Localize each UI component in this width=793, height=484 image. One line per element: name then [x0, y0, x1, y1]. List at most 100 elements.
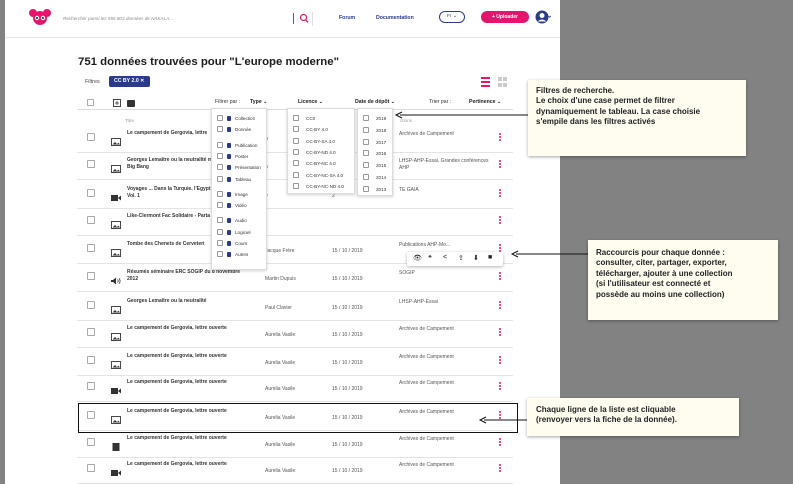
licence-option[interactable]: CC-BY-SA 4.0 [293, 137, 335, 144]
type-option[interactable]: Logiciel [217, 228, 251, 235]
export-icon[interactable] [113, 99, 121, 107]
type-option[interactable]: Présentation [217, 164, 261, 171]
table-row[interactable]: Like-Clermont Fac Solidaire - Parta [77, 208, 513, 236]
row-more-menu-icon[interactable] [499, 160, 502, 170]
licence-option-checkbox[interactable] [293, 137, 299, 144]
view-toggle[interactable] [481, 77, 507, 87]
collection-add-icon[interactable] [127, 99, 135, 107]
licence-option[interactable]: CC-BY-NC-SA 4.0 [293, 171, 343, 178]
licence-option-checkbox[interactable] [293, 160, 299, 167]
date-option-checkbox[interactable] [363, 115, 369, 121]
licence-option[interactable]: CC-BY 4.0 [293, 126, 328, 133]
row-more-menu-icon[interactable] [499, 438, 502, 448]
date-option[interactable]: 2017 [363, 138, 386, 145]
type-option-checkbox[interactable] [217, 228, 223, 235]
type-option-checkbox[interactable] [217, 202, 223, 209]
type-filter-button[interactable]: Type ⌄ [250, 99, 268, 105]
date-option[interactable]: 2019 [363, 115, 386, 121]
type-option[interactable]: Publication [217, 141, 257, 148]
language-select[interactable]: Fr ⌄ [439, 11, 465, 23]
select-all-checkbox[interactable] [87, 99, 94, 106]
table-row[interactable]: Georges Lemaître ou la neutralité Paul Cl… [77, 293, 513, 321]
licence-option-checkbox[interactable] [293, 171, 299, 178]
licence-option[interactable]: CC-BY-NC-ND 4.0 [293, 182, 344, 189]
row-checkbox[interactable] [87, 328, 95, 336]
row-checkbox[interactable] [87, 272, 95, 280]
collection-add-icon[interactable]: ■ [488, 254, 492, 261]
download-icon[interactable]: ⬇ [473, 254, 479, 262]
active-filter-chip[interactable]: CC BY 2.0 ✕ [109, 76, 150, 87]
type-option[interactable]: Poster [217, 152, 248, 159]
quote-icon[interactable]: ❝ [428, 254, 432, 262]
search-input[interactable]: Rechercher parmi les 555 803 données de … [60, 12, 313, 26]
licence-option-checkbox[interactable] [293, 126, 299, 133]
row-more-menu-icon[interactable] [499, 328, 502, 338]
type-option-checkbox[interactable] [217, 217, 223, 224]
table-row[interactable]: Le campement de Gergovia, lettre ouverte… [77, 320, 513, 348]
type-option-checkbox[interactable] [217, 190, 223, 197]
forum-link[interactable]: Forum [339, 15, 355, 21]
date-option-checkbox[interactable] [363, 185, 369, 192]
licence-option-checkbox[interactable] [293, 115, 299, 121]
row-checkbox[interactable] [87, 356, 95, 364]
row-more-menu-icon[interactable] [499, 272, 502, 282]
view-icon[interactable]: 👁 [413, 254, 422, 262]
row-checkbox[interactable] [87, 438, 95, 446]
type-option-checkbox[interactable] [217, 141, 223, 148]
table-row[interactable]: Le campement de Gergovia, lettre ouverte… [77, 374, 513, 402]
row-checkbox[interactable] [87, 244, 95, 252]
type-option[interactable]: Vidéo [217, 202, 247, 209]
date-option[interactable]: 2015 [363, 162, 386, 169]
table-row[interactable]: Le campement de Gergovia, lettre ouverte… [77, 430, 513, 458]
type-option-checkbox[interactable] [217, 251, 223, 258]
type-option-checkbox[interactable] [217, 175, 223, 182]
row-more-menu-icon[interactable] [499, 464, 502, 474]
licence-option[interactable]: CC-BY-ND 4.0 [293, 148, 336, 155]
type-option-checkbox[interactable] [217, 126, 223, 133]
row-checkbox[interactable] [87, 301, 95, 309]
date-option-checkbox[interactable] [363, 162, 369, 169]
row-checkbox[interactable] [87, 160, 95, 168]
row-checkbox[interactable] [87, 189, 95, 197]
licence-filter-button[interactable]: Licence ⌄ [298, 99, 323, 105]
type-option[interactable]: Autres [217, 251, 248, 258]
licence-option[interactable]: CC0 [293, 115, 315, 121]
row-checkbox[interactable] [87, 216, 95, 224]
user-avatar-icon[interactable] [535, 9, 551, 25]
table-row[interactable]: Le campement de Gergovia, lettre ouverte… [77, 348, 513, 376]
type-option[interactable]: Image [217, 190, 248, 197]
date-option[interactable]: 2013 [363, 185, 386, 192]
date-option[interactable]: 2018 [363, 126, 386, 133]
licence-option-checkbox[interactable] [293, 182, 299, 189]
type-option-checkbox[interactable] [217, 152, 223, 159]
date-option[interactable]: 2014 [363, 174, 386, 180]
row-more-menu-icon[interactable] [499, 382, 502, 392]
licence-option[interactable]: CC-BY-NC 4.0 [293, 160, 336, 167]
row-more-menu-icon[interactable] [499, 216, 502, 226]
search-icon[interactable] [299, 13, 309, 24]
date-option-checkbox[interactable] [363, 126, 369, 133]
type-option-checkbox[interactable] [217, 164, 223, 171]
date-option-checkbox[interactable] [363, 138, 369, 145]
type-option[interactable]: Tableau [217, 175, 251, 182]
row-checkbox[interactable] [87, 382, 95, 390]
nakala-logo[interactable] [28, 8, 52, 26]
share-icon[interactable]: < [443, 254, 447, 261]
type-option-checkbox[interactable] [217, 240, 223, 246]
table-row[interactable]: Résumés séminaire ERC SOGIP du 8 novembr… [77, 264, 513, 292]
sort-pertinence-button[interactable]: Pertinence ⌄ [469, 99, 501, 105]
type-option[interactable]: Collection [217, 115, 255, 121]
type-option-checkbox[interactable] [217, 115, 223, 121]
type-option[interactable]: Audio [217, 217, 247, 224]
row-checkbox[interactable] [87, 464, 95, 472]
type-option[interactable]: Cours [217, 240, 247, 246]
row-more-menu-icon[interactable] [499, 133, 502, 143]
row-more-menu-icon[interactable] [499, 356, 502, 366]
licence-option-checkbox[interactable] [293, 148, 299, 155]
row-checkbox[interactable] [87, 133, 95, 141]
table-row[interactable]: Le campement de Gergovia, lettre ouverte… [77, 456, 513, 484]
date-filter-button[interactable]: Date de dépôt ⌄ [355, 99, 395, 105]
export-icon[interactable]: ⇪ [458, 254, 464, 262]
type-option[interactable]: Donnée [217, 126, 251, 133]
date-option-checkbox[interactable] [363, 174, 369, 180]
